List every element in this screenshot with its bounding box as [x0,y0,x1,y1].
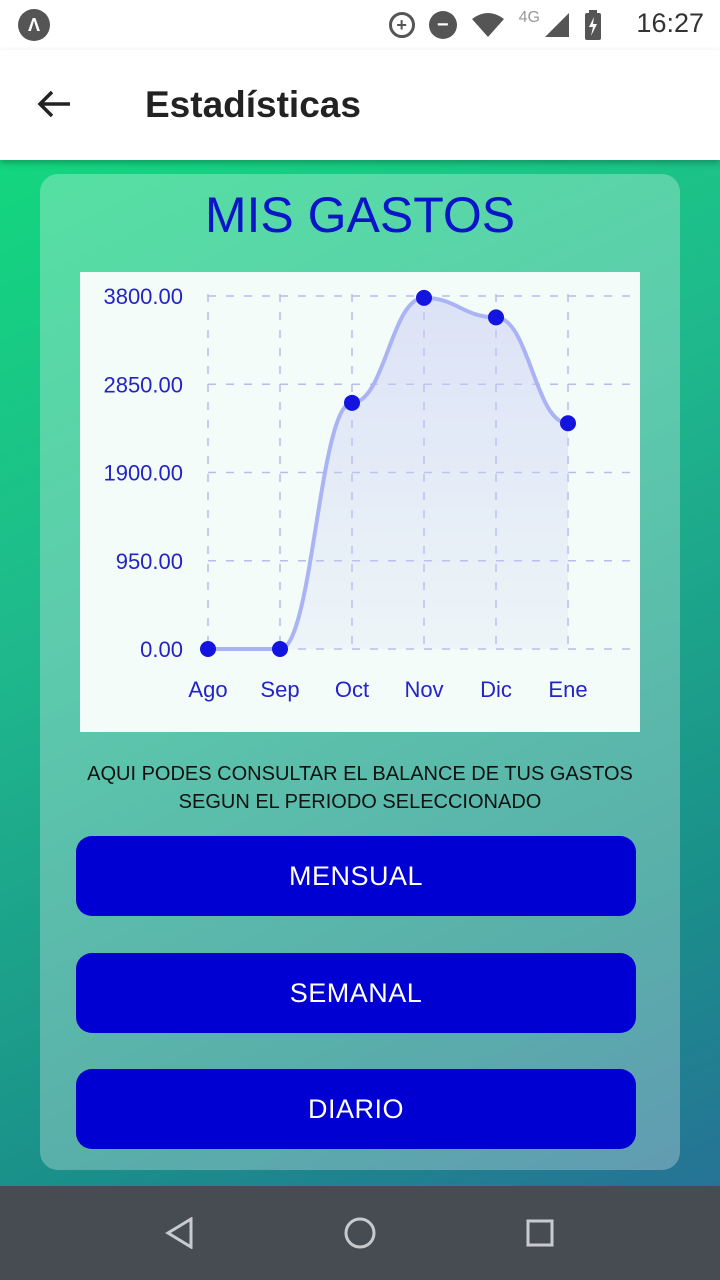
y-tick-label: 3800.00 [103,284,183,309]
x-tick-label: Ago [188,677,227,702]
status-icons: + − 4G [388,9,602,40]
y-tick-label: 950.00 [116,549,183,574]
monthly-button[interactable]: MENSUAL [76,836,636,916]
weekly-button[interactable]: SEMANAL [76,953,636,1033]
data-point [416,289,432,306]
app-bar: Estadísticas [0,50,720,160]
y-tick-label: 1900.00 [103,461,183,486]
expenses-chart: 0.00 950.00 1900.00 2850.00 3800.00 Ago Sep Oct… [80,272,640,732]
network-type-label: 4G [518,9,540,26]
signal-icon [544,12,570,38]
data-point [488,309,504,326]
x-tick-label: Sep [260,677,299,702]
back-triangle-icon[interactable] [155,1208,205,1258]
x-tick-label: Oct [335,677,369,702]
daily-button[interactable]: DIARIO [76,1069,636,1149]
data-point [560,415,576,432]
status-time: 16:27 [636,8,704,38]
y-tick-label: 2850.00 [103,372,183,397]
app-notification-icon: Λ [18,9,50,41]
wifi-icon [471,12,505,38]
navigation-bar [0,1186,720,1280]
data-point [200,641,216,657]
x-tick-label: Nov [404,677,443,702]
recents-square-icon[interactable] [515,1208,565,1258]
stats-card: MIS GASTOS 0.00 950.00 1900.00 2850.00 3800.… [40,174,680,1170]
data-point [344,394,360,411]
do-not-disturb-icon: − [428,11,457,39]
status-bar: Λ + − 4G 16:27 [0,0,720,50]
expenses-chart-svg: 0.00 950.00 1900.00 2850.00 3800.00 Ago Sep Oct… [103,284,640,702]
page-title: Estadísticas [145,84,361,125]
back-arrow-icon[interactable] [30,80,78,128]
y-tick-label: 0.00 [140,637,183,662]
battery-charging-icon [584,10,602,40]
data-saver-icon: + [388,12,415,38]
x-tick-label: Ene [548,677,587,702]
info-text: AQUI PODES CONSULTAR EL BALANCE DE TUS G… [87,763,633,813]
card-title: MIS GASTOS [204,187,516,243]
home-circle-icon[interactable] [335,1208,385,1258]
x-tick-label: Dic [480,677,512,702]
data-point [272,641,288,657]
